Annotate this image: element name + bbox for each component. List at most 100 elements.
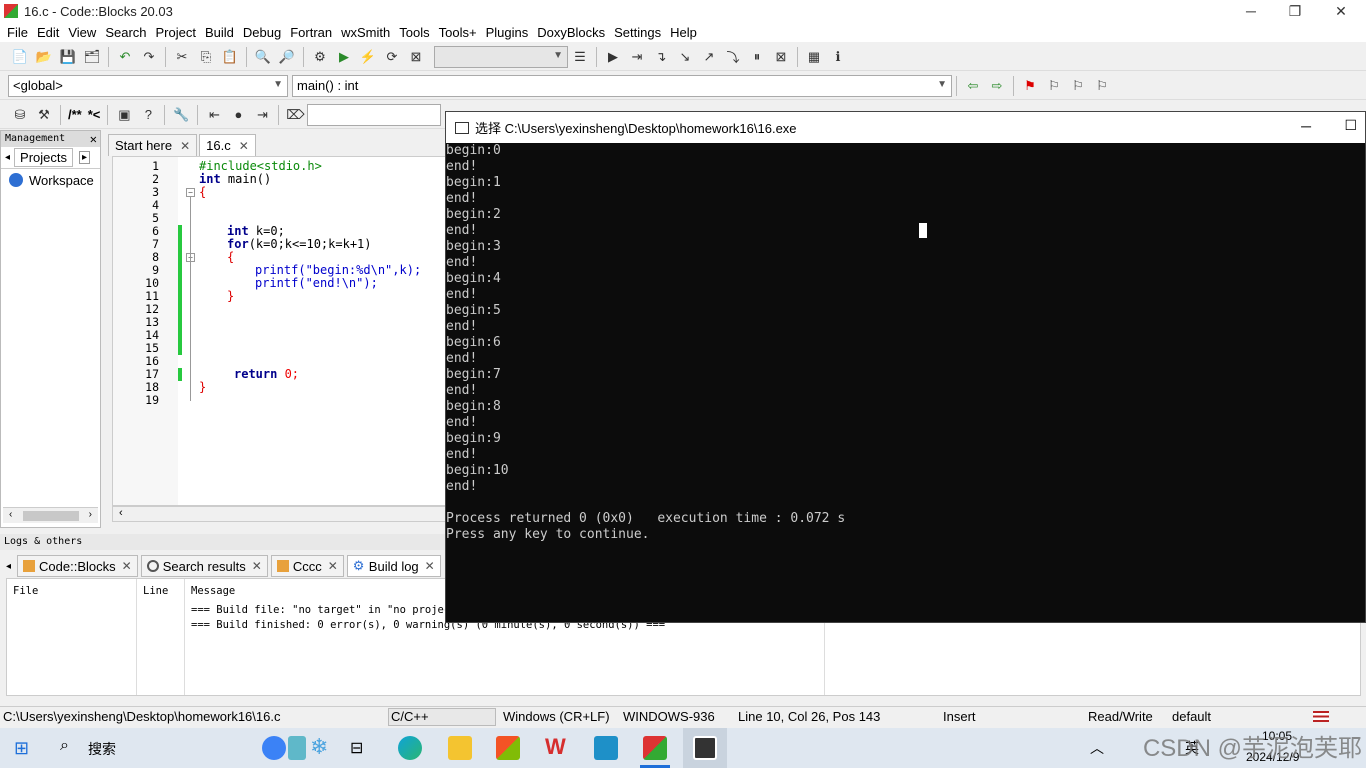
- menu-view[interactable]: View: [68, 25, 96, 40]
- next-line-icon[interactable]: ↴: [652, 48, 670, 66]
- build-target-combo[interactable]: ▼: [434, 45, 568, 68]
- bookmark-toggle-icon[interactable]: ⚑: [1021, 77, 1039, 95]
- doxywizard-icon[interactable]: ⛁: [11, 106, 29, 124]
- fold-icon[interactable]: −: [186, 188, 195, 197]
- replace-icon[interactable]: 🔎: [278, 48, 296, 66]
- close-icon[interactable]: ✕: [90, 131, 97, 147]
- close-icon[interactable]: ✕: [425, 559, 435, 573]
- menu-search[interactable]: Search: [105, 25, 146, 40]
- doxy-html-icon[interactable]: ▣: [115, 106, 133, 124]
- menu-settings[interactable]: Settings: [614, 25, 661, 40]
- maximize-button[interactable]: ☐: [1344, 117, 1357, 134]
- doxy-extract-icon[interactable]: ⚒: [35, 106, 53, 124]
- search-icon[interactable]: ⌕: [60, 737, 69, 755]
- menu-build[interactable]: Build: [205, 25, 234, 40]
- chevron-up-icon[interactable]: ︿: [1090, 738, 1104, 758]
- close-icon[interactable]: ✕: [122, 559, 132, 573]
- save-all-icon[interactable]: 🗂: [83, 48, 101, 66]
- minimize-button[interactable]: ─: [1301, 118, 1311, 134]
- back-arrow-icon[interactable]: ⇦: [964, 77, 982, 95]
- scroll-left-icon[interactable]: ‹: [119, 507, 123, 519]
- tab-16-c[interactable]: 16.c ✕: [199, 134, 256, 156]
- tab-start-here[interactable]: Start here ✕: [108, 134, 198, 156]
- bookmark-clear-icon[interactable]: ⚐: [1093, 77, 1111, 95]
- menu-plugins[interactable]: Plugins: [486, 25, 529, 40]
- weather-icon[interactable]: [288, 736, 306, 760]
- rebuild-icon[interactable]: ⟳: [383, 48, 401, 66]
- build-run-icon[interactable]: ⚡: [359, 48, 377, 66]
- run-icon[interactable]: ▶: [335, 48, 353, 66]
- stop-debug-icon[interactable]: ⊠: [772, 48, 790, 66]
- menu-tools-plus[interactable]: Tools+: [439, 25, 477, 40]
- tab-search-results[interactable]: Search results ✕: [140, 555, 268, 577]
- code-editor[interactable]: 1 2 3 4 5 6 7 8 9 10 11 12 13 14 15 16 1…: [112, 156, 448, 506]
- pause-icon[interactable]: ⏸: [748, 48, 766, 66]
- console-window[interactable]: 选择 C:\Users\yexinsheng\Desktop\homework1…: [445, 111, 1366, 623]
- file-explorer-icon[interactable]: [448, 736, 472, 760]
- tab-scroll-left-icon[interactable]: ◂: [5, 152, 10, 163]
- step-into-icon[interactable]: ↘: [676, 48, 694, 66]
- target-options-icon[interactable]: ☰: [571, 48, 589, 66]
- step-out-icon[interactable]: ↗: [700, 48, 718, 66]
- taskbar-search-label[interactable]: 搜索: [88, 739, 116, 759]
- build-gear-icon[interactable]: ⚙: [311, 48, 329, 66]
- forward-arrow-icon[interactable]: ⇨: [988, 77, 1006, 95]
- tab-codeblocks-log[interactable]: Code::Blocks ✕: [17, 555, 138, 577]
- close-icon[interactable]: ✕: [180, 139, 190, 153]
- jump-forward-icon[interactable]: ⇥: [253, 106, 271, 124]
- scope-combo[interactable]: <global> ▼: [8, 74, 288, 97]
- comment-block-button[interactable]: /**: [68, 107, 82, 122]
- close-icon[interactable]: ✕: [252, 559, 262, 573]
- minimize-button[interactable]: ─: [1228, 0, 1274, 22]
- editor-hscroll[interactable]: ‹: [112, 506, 448, 522]
- find-icon[interactable]: 🔍: [254, 48, 272, 66]
- tab-cccc[interactable]: Cccc ✕: [270, 555, 344, 577]
- menu-file[interactable]: File: [7, 25, 28, 40]
- close-button[interactable]: ✕: [1318, 0, 1364, 22]
- close-icon[interactable]: ✕: [328, 559, 338, 573]
- new-file-icon[interactable]: 📄: [11, 48, 29, 66]
- debug-run-icon[interactable]: ▶: [604, 48, 622, 66]
- incremental-search-input[interactable]: [307, 103, 442, 126]
- scroll-right-icon[interactable]: ›: [89, 509, 92, 520]
- redo-icon[interactable]: ↷: [140, 48, 158, 66]
- next-instruction-icon[interactable]: ⤵: [724, 48, 742, 66]
- store-icon[interactable]: [496, 736, 520, 760]
- symbol-combo[interactable]: main() : int ▼: [292, 74, 952, 97]
- menu-help[interactable]: Help: [670, 25, 697, 40]
- cut-icon[interactable]: ✂: [173, 48, 191, 66]
- undo-icon[interactable]: ↶: [116, 48, 134, 66]
- task-view-icon[interactable]: ⊟: [350, 738, 363, 758]
- windows-start-icon[interactable]: ⊞: [14, 739, 29, 757]
- management-hscroll[interactable]: ‹ ›: [3, 507, 98, 523]
- console-taskbar-icon[interactable]: [693, 736, 717, 760]
- save-icon[interactable]: 💾: [59, 48, 77, 66]
- bookmark-next-icon[interactable]: ⚐: [1069, 77, 1087, 95]
- wrench-icon[interactable]: 🔧: [172, 106, 190, 124]
- copilot-icon[interactable]: [262, 736, 286, 760]
- wps-icon[interactable]: W: [545, 734, 566, 760]
- edge-icon[interactable]: [398, 736, 422, 760]
- menu-fortran[interactable]: Fortran: [290, 25, 332, 40]
- scroll-thumb[interactable]: [23, 511, 79, 521]
- workspace-node[interactable]: Workspace: [1, 169, 100, 191]
- menu-debug[interactable]: Debug: [243, 25, 281, 40]
- paste-icon[interactable]: 📋: [221, 48, 239, 66]
- menu-tools[interactable]: Tools: [399, 25, 429, 40]
- tab-scroll-right-icon[interactable]: ▸: [79, 151, 91, 164]
- comment-line-button[interactable]: *<: [88, 107, 101, 122]
- jump-back-icon[interactable]: ⇤: [205, 106, 223, 124]
- ide-icon[interactable]: [594, 736, 618, 760]
- debug-windows-icon[interactable]: ▦: [805, 48, 823, 66]
- info-icon[interactable]: ℹ: [829, 48, 847, 66]
- tab-build-log[interactable]: ⚙ Build log ✕: [346, 555, 441, 577]
- abort-icon[interactable]: ⊠: [407, 48, 425, 66]
- menu-edit[interactable]: Edit: [37, 25, 59, 40]
- menu-wxsmith[interactable]: wxSmith: [341, 25, 390, 40]
- codeblocks-taskbar-icon[interactable]: [643, 736, 667, 760]
- tab-projects[interactable]: Projects: [14, 148, 73, 167]
- copy-icon[interactable]: ⎘: [197, 48, 215, 66]
- incremental-search-icon[interactable]: ⌦: [286, 106, 304, 124]
- bookmark-prev-icon[interactable]: ⚐: [1045, 77, 1063, 95]
- menu-doxyblocks[interactable]: DoxyBlocks: [537, 25, 605, 40]
